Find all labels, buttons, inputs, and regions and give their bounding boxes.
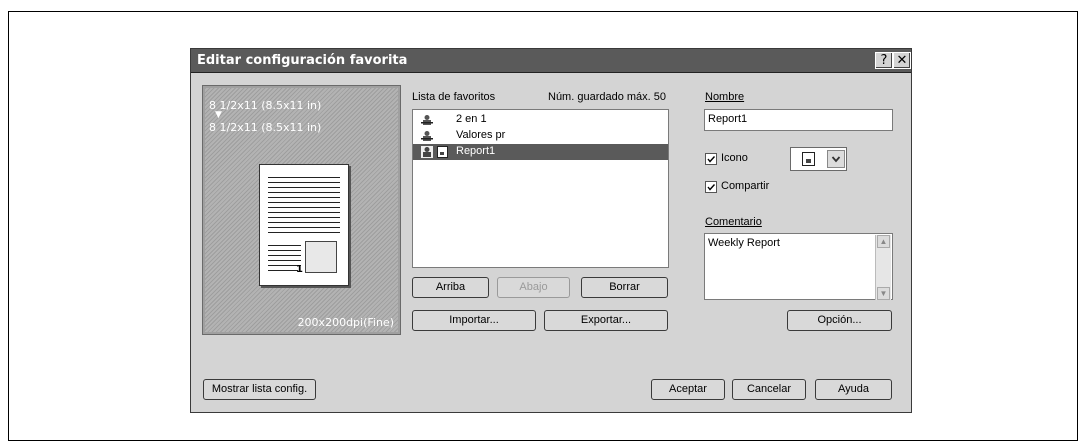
favorites-list-label: Lista de favoritos [412,91,496,103]
accept-button[interactable]: Aceptar [651,379,725,400]
page-preview: 1 [259,164,349,286]
list-item[interactable]: 2 en 1 [413,112,668,128]
name-label: Nombre [705,91,745,103]
show-config-list-button[interactable]: Mostrar lista config. [203,379,316,400]
scroll-down-icon[interactable]: ▼ [877,287,890,300]
preview-panel: 8 1/2x11 (8.5x11 in) ▼ 8 1/2x11 (8.5x11 … [202,85,401,335]
favorite-icon [421,146,433,158]
comment-text: Weekly Report [708,237,780,249]
help-button[interactable]: Ayuda [815,379,892,400]
comment-textarea[interactable]: Weekly Report ▲ ▼ [704,233,893,300]
comment-label: Comentario [705,216,762,228]
share-checkbox-label: Compartir [721,180,770,192]
down-button[interactable]: Abajo [497,277,570,298]
up-button[interactable]: Arriba [412,277,489,298]
resolution-label: 200x200dpi(Fine) [297,316,394,329]
close-button[interactable]: ✕ [893,52,911,69]
chevron-down-icon[interactable] [827,150,845,168]
favorite-icon [421,131,433,141]
title-bar: Editar configuración favorita ? ✕ [191,49,911,73]
page-number: 1 [296,264,303,275]
help-title-button[interactable]: ? [875,52,893,69]
list-item-label: Valores pr [456,129,506,141]
paper-size-output: 8 1/2x11 (8.5x11 in) [209,121,322,134]
icon-checkbox[interactable] [705,153,717,165]
list-item-label: Report1 [456,145,496,157]
export-button[interactable]: Exportar... [544,310,668,331]
icon-select[interactable] [790,147,847,171]
paper-size-original: 8 1/2x11 (8.5x11 in) [209,99,322,112]
max-saved-label: Núm. guardado máx. 50 [548,91,667,103]
scroll-up-icon[interactable]: ▲ [877,235,890,248]
dialog-title: Editar configuración favorita [197,53,408,68]
list-item[interactable]: Valores pr [413,128,668,144]
delete-button[interactable]: Borrar [581,277,668,298]
name-field[interactable]: Report1 [704,109,893,131]
favorites-list[interactable]: 2 en 1 Valores pr Report1 [412,109,669,268]
cancel-button[interactable]: Cancelar [732,379,806,400]
check-icon [707,156,716,163]
document-icon [437,146,448,158]
option-button[interactable]: Opción... [787,310,892,331]
import-button[interactable]: Importar... [412,310,536,331]
icon-checkbox-label: Icono [721,152,748,164]
favorite-icon [421,115,433,125]
document-icon [802,152,815,166]
check-icon [707,184,716,191]
list-item-label: 2 en 1 [456,113,487,125]
list-item-selected[interactable]: Report1 [413,144,668,160]
share-checkbox[interactable] [705,181,717,193]
stamp-thumbnail [305,241,337,273]
favorite-settings-dialog: Editar configuración favorita ? ✕ 8 1/2x… [190,48,912,413]
arrow-down-icon: ▼ [215,110,222,120]
comment-scrollbar[interactable]: ▲ ▼ [875,235,891,300]
